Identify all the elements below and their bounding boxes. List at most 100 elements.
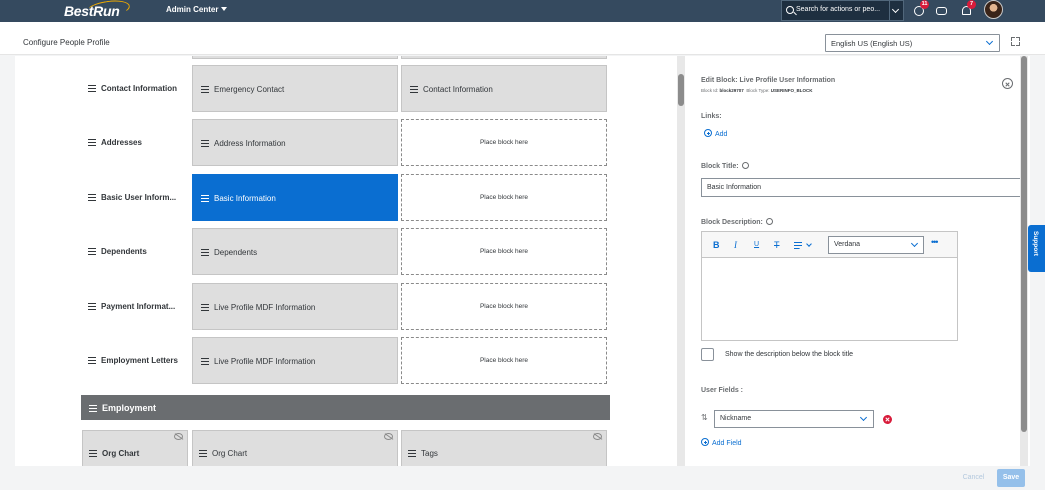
reorder-icon[interactable]: ⇅	[701, 413, 708, 422]
notifications-button[interactable]: 11	[913, 0, 929, 17]
show-description-checkbox[interactable]	[701, 348, 714, 361]
employment-section-header[interactable]: Employment	[81, 395, 610, 420]
cancel-button[interactable]: Cancel	[955, 469, 992, 487]
section-label: Addresses	[101, 138, 142, 147]
visibility-off-icon[interactable]	[174, 433, 183, 440]
search-icon	[786, 6, 794, 14]
search-input[interactable]: Search for actions or peo...	[781, 0, 904, 21]
block-live-profile-mdf[interactable]: Live Profile MDF Information	[192, 337, 398, 384]
add-field-button[interactable]: Add Field	[701, 438, 742, 447]
block-id-value: block29707	[719, 88, 744, 93]
support-tab[interactable]: Support	[1028, 225, 1045, 272]
user-fields-label: User Fields :	[701, 387, 744, 394]
chevron-down-icon[interactable]	[806, 241, 812, 247]
block-org-chart[interactable]: Org Chart	[192, 430, 398, 466]
delete-icon[interactable]	[883, 415, 892, 424]
drag-handle-icon[interactable]	[410, 86, 418, 93]
feedback-button[interactable]	[935, 4, 948, 17]
italic-button[interactable]: I	[734, 240, 737, 250]
block-label: Tags	[421, 449, 438, 458]
block-type-label: Block Type:	[746, 88, 770, 93]
search-scope-chevron-icon[interactable]	[891, 5, 900, 14]
scrollbar-thumb[interactable]	[678, 74, 684, 106]
block-title-input[interactable]: Basic Information	[701, 178, 1022, 197]
section-label: Dependents	[101, 247, 147, 256]
block-description-label: Block Description:	[701, 218, 773, 226]
section-dependents[interactable]: Dependents	[88, 247, 147, 256]
section-payment-information[interactable]: Payment Informat...	[88, 302, 175, 311]
drag-handle-icon[interactable]	[89, 450, 97, 457]
panel-scrollbar[interactable]	[1020, 56, 1028, 466]
drag-handle-icon[interactable]	[201, 140, 209, 147]
drop-zone[interactable]: Place block here	[401, 337, 607, 384]
save-button[interactable]: Save	[997, 469, 1025, 487]
visibility-off-icon[interactable]	[384, 433, 393, 440]
add-link-label: Add	[715, 131, 728, 138]
drag-handle-icon[interactable]	[201, 304, 209, 311]
drag-handle-icon[interactable]	[201, 249, 209, 256]
block-label: Basic Information	[214, 194, 276, 203]
user-field-select[interactable]: Nickname	[714, 410, 874, 428]
block-dependents[interactable]: Dependents	[192, 228, 398, 275]
font-select[interactable]: Verdana	[828, 236, 924, 254]
drag-handle-icon[interactable]	[88, 139, 96, 146]
drag-handle-icon[interactable]	[89, 405, 97, 412]
drop-zone-label: Place block here	[479, 139, 529, 146]
section-employment-letters[interactable]: Employment Letters	[88, 356, 178, 365]
alerts-button[interactable]: 7	[960, 0, 976, 17]
close-icon[interactable]	[1002, 78, 1013, 89]
drag-handle-icon[interactable]	[201, 358, 209, 365]
block-org-chart[interactable]: Org Chart	[82, 430, 188, 466]
drag-handle-icon[interactable]	[408, 450, 416, 457]
drag-handle-icon[interactable]	[88, 85, 96, 92]
admin-center-label: Admin Center	[166, 5, 219, 14]
description-editor[interactable]: B I U T Verdana •••	[701, 231, 958, 341]
canvas-scrollbar[interactable]	[677, 56, 685, 466]
drop-zone-label: Place block here	[479, 248, 529, 255]
section-label: Employment Letters	[101, 356, 178, 365]
block-live-profile-mdf[interactable]: Live Profile MDF Information	[192, 283, 398, 330]
drag-handle-icon[interactable]	[199, 450, 207, 457]
block-stub	[401, 56, 607, 59]
drop-zone[interactable]: Place block here	[401, 283, 607, 330]
editor-toolbar: B I U T Verdana •••	[702, 232, 957, 258]
edit-block-panel: Edit Block: Live Profile User Informatio…	[685, 56, 1030, 466]
block-emergency-contact[interactable]: Emergency Contact	[192, 65, 398, 112]
drag-handle-icon[interactable]	[201, 195, 209, 202]
add-link-button[interactable]: Add	[704, 129, 727, 138]
block-basic-information[interactable]: Basic Information	[192, 174, 398, 221]
drag-handle-icon[interactable]	[201, 86, 209, 93]
section-basic-user-information[interactable]: Basic User Inform...	[88, 193, 176, 202]
align-icon[interactable]	[794, 242, 802, 249]
drop-zone[interactable]: Place block here	[401, 174, 607, 221]
fullscreen-icon[interactable]	[1011, 37, 1020, 46]
translate-icon[interactable]	[741, 162, 749, 169]
font-value: Verdana	[834, 241, 861, 248]
block-tags[interactable]: Tags	[401, 430, 607, 466]
layout-canvas: Contact Information Emergency Contact Co…	[15, 56, 685, 466]
drag-handle-icon[interactable]	[88, 303, 96, 310]
block-label: Org Chart	[212, 449, 248, 458]
admin-center-menu[interactable]: Admin Center	[166, 5, 228, 14]
show-description-label: Show the description below the block tit…	[725, 351, 854, 358]
strikethrough-button[interactable]: T	[774, 240, 780, 250]
add-field-label: Add Field	[712, 440, 742, 447]
drag-handle-icon[interactable]	[88, 357, 96, 364]
bold-button[interactable]: B	[713, 240, 720, 250]
block-contact-information[interactable]: Contact Information	[401, 65, 607, 112]
underline-button[interactable]: U	[754, 241, 759, 248]
drag-handle-icon[interactable]	[88, 194, 96, 201]
scrollbar-thumb[interactable]	[1021, 56, 1027, 432]
block-label: Org Chart	[102, 449, 140, 458]
block-address-information[interactable]: Address Information	[192, 119, 398, 166]
language-select[interactable]: English US (English US)	[825, 34, 1000, 52]
drop-zone[interactable]: Place block here	[401, 119, 607, 166]
visibility-off-icon[interactable]	[593, 433, 602, 440]
section-addresses[interactable]: Addresses	[88, 138, 142, 147]
drop-zone[interactable]: Place block here	[401, 228, 607, 275]
section-contact-information[interactable]: Contact Information	[88, 84, 177, 93]
more-icon[interactable]: •••	[931, 237, 939, 247]
avatar[interactable]	[984, 0, 1003, 19]
translate-icon[interactable]	[765, 218, 773, 225]
drag-handle-icon[interactable]	[88, 248, 96, 255]
